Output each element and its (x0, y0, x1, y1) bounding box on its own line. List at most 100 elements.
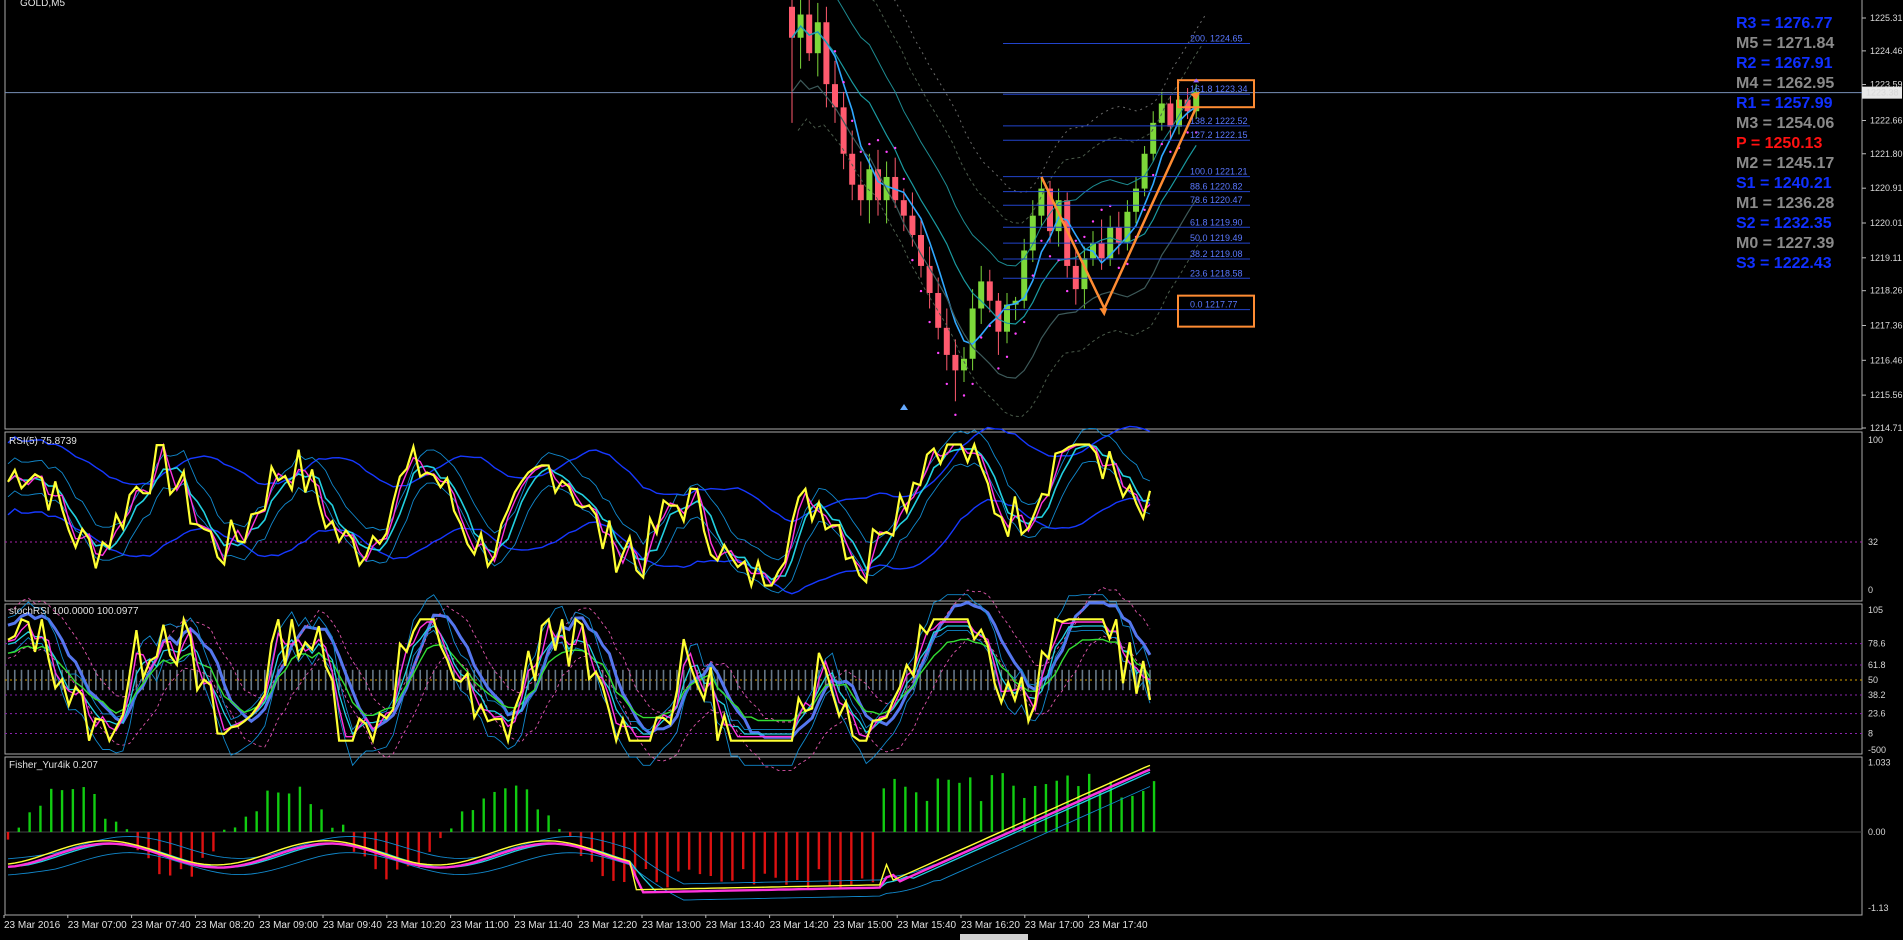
rsi-panel-frame (4, 431, 1863, 602)
fisher-up-bar (93, 793, 96, 832)
fisher-up-bar (514, 785, 518, 832)
fisher-up-bar (17, 827, 21, 832)
fisher-up-bar (331, 827, 334, 832)
bear-candle[interactable] (935, 293, 942, 328)
bear-candle[interactable] (1072, 265, 1079, 290)
fisher-up-bar (1033, 785, 1037, 832)
bear-candle[interactable] (900, 200, 907, 216)
sar-dot (1091, 220, 1095, 223)
rsi-panel[interactable] (5, 425, 1862, 595)
fisher-panel[interactable] (5, 764, 1862, 901)
bull-candle[interactable] (866, 169, 873, 201)
fisher-down-bar (212, 832, 215, 852)
sar-dot (1014, 332, 1017, 335)
fisher-down-bar (698, 832, 702, 875)
fisher-up-bar (233, 827, 237, 832)
rsi-tick-label: 100 (1868, 435, 1883, 445)
sar-dot (1040, 239, 1043, 242)
main-panel-frame (4, 0, 1863, 430)
price-tick-label: 1216.46 (1870, 355, 1903, 365)
fisher-up-bar (39, 805, 42, 832)
chart-canvas[interactable]: 1223.38200. 1224.65161.8 1223.34138.2 12… (0, 0, 1903, 940)
fisher-down-bar (623, 832, 626, 883)
bear-candle[interactable] (823, 22, 830, 85)
bear-candle[interactable] (986, 281, 993, 301)
fisher-down-bar (6, 832, 10, 840)
stoch-tick-label: 23.6 (1868, 709, 1886, 719)
bear-candle[interactable] (840, 107, 847, 154)
stoch-rsi-panel[interactable] (5, 586, 1862, 771)
pivot-s1: S1 = 1240.21 (1736, 175, 1832, 192)
fisher-down-bar (352, 832, 356, 852)
scroll-thumb[interactable] (960, 934, 1028, 940)
symbol-title: GOLD,M5 (20, 0, 65, 9)
sar-dot (1186, 131, 1189, 134)
bull-candle[interactable] (1141, 153, 1148, 189)
fisher-up-bar (104, 818, 107, 832)
stoch-tick-label: 105 (1868, 605, 1883, 615)
time-label: 23 Mar 11:00 (451, 920, 510, 931)
bear-candle[interactable] (926, 265, 933, 294)
fisher-up-bar (71, 789, 75, 832)
lower-band-line (791, 79, 1197, 379)
rsi-tick-label: 0 (1868, 585, 1873, 595)
fib-level-label: 200. 1224.65 (1190, 34, 1243, 44)
fisher-down-bar (666, 832, 669, 888)
time-label: 23 Mar 14:20 (770, 920, 829, 931)
sar-dot (1066, 289, 1069, 293)
fisher-up-bar (969, 777, 972, 832)
fib-level-label: 50.0 1219.49 (1190, 233, 1243, 243)
bear-candle[interactable] (789, 6, 795, 38)
sar-dot (876, 139, 880, 142)
sar-dot (842, 81, 845, 84)
time-label: 23 Mar 11:40 (514, 920, 573, 931)
fib-level-label: 100.0 1221.21 (1190, 167, 1248, 177)
bull-candle[interactable] (961, 358, 967, 371)
fisher-down-bar (569, 832, 572, 837)
fisher-up-bar (255, 811, 258, 832)
fisher-down-bar (590, 832, 594, 862)
fib-level-label: 23.6 1218.58 (1190, 268, 1243, 278)
bear-candle[interactable] (943, 327, 950, 355)
pivot-m0: M0 = 1227.39 (1736, 235, 1834, 252)
time-label: 23 Mar 16:20 (961, 920, 1020, 931)
fisher-up-bar (309, 804, 312, 832)
pivot-m3: M3 = 1254.06 (1736, 115, 1834, 132)
sar-dot (1083, 235, 1086, 239)
fisher-up-bar (82, 787, 85, 832)
fisher-up-bar (493, 791, 496, 832)
pivot-s3: S3 = 1222.43 (1736, 255, 1832, 272)
price-tick-label: 1214.71 (1870, 423, 1903, 433)
fisher-up-bar (277, 792, 280, 832)
pivot-levels-table: R3 = 1276.77 M5 = 1271.84 R2 = 1267.91 M… (1736, 15, 1834, 272)
time-label: 23 Mar 07:40 (132, 920, 191, 931)
bull-candle[interactable] (969, 308, 976, 359)
time-label: 23 Mar 17:00 (1025, 920, 1084, 931)
pivot-s2: S2 = 1232.35 (1736, 215, 1832, 232)
sar-dot (1143, 208, 1146, 212)
bull-candle[interactable] (1150, 122, 1157, 154)
fisher-up-bar (504, 788, 507, 832)
bear-candle[interactable] (952, 354, 959, 371)
sar-dot (1126, 262, 1129, 266)
bear-candle[interactable] (857, 184, 864, 201)
bear-candle[interactable] (1167, 103, 1174, 127)
sar-dot (1074, 239, 1078, 242)
price-tick-label: 1219.11 (1870, 253, 1902, 263)
bear-candle[interactable] (909, 215, 916, 235)
sar-dot (1169, 150, 1172, 154)
fisher-down-bar (168, 832, 172, 876)
bull-candle[interactable] (1158, 103, 1165, 123)
fisher-down-bar (850, 832, 853, 885)
fisher-up-bar (223, 829, 226, 832)
stoch-tick-label: 78.6 (1868, 639, 1886, 649)
fisher-up-bar (990, 775, 994, 832)
price-tick-label: 1222.66 (1870, 116, 1903, 126)
sar-dot (859, 150, 862, 154)
bull-candle[interactable] (978, 281, 985, 309)
bull-candle[interactable] (814, 22, 821, 54)
fisher-down-bar (774, 832, 777, 878)
bear-candle[interactable] (1098, 242, 1105, 259)
fisher-up-bar (1120, 797, 1123, 832)
price-panel[interactable]: 1223.38200. 1224.65161.8 1223.34138.2 12… (5, 0, 1902, 418)
